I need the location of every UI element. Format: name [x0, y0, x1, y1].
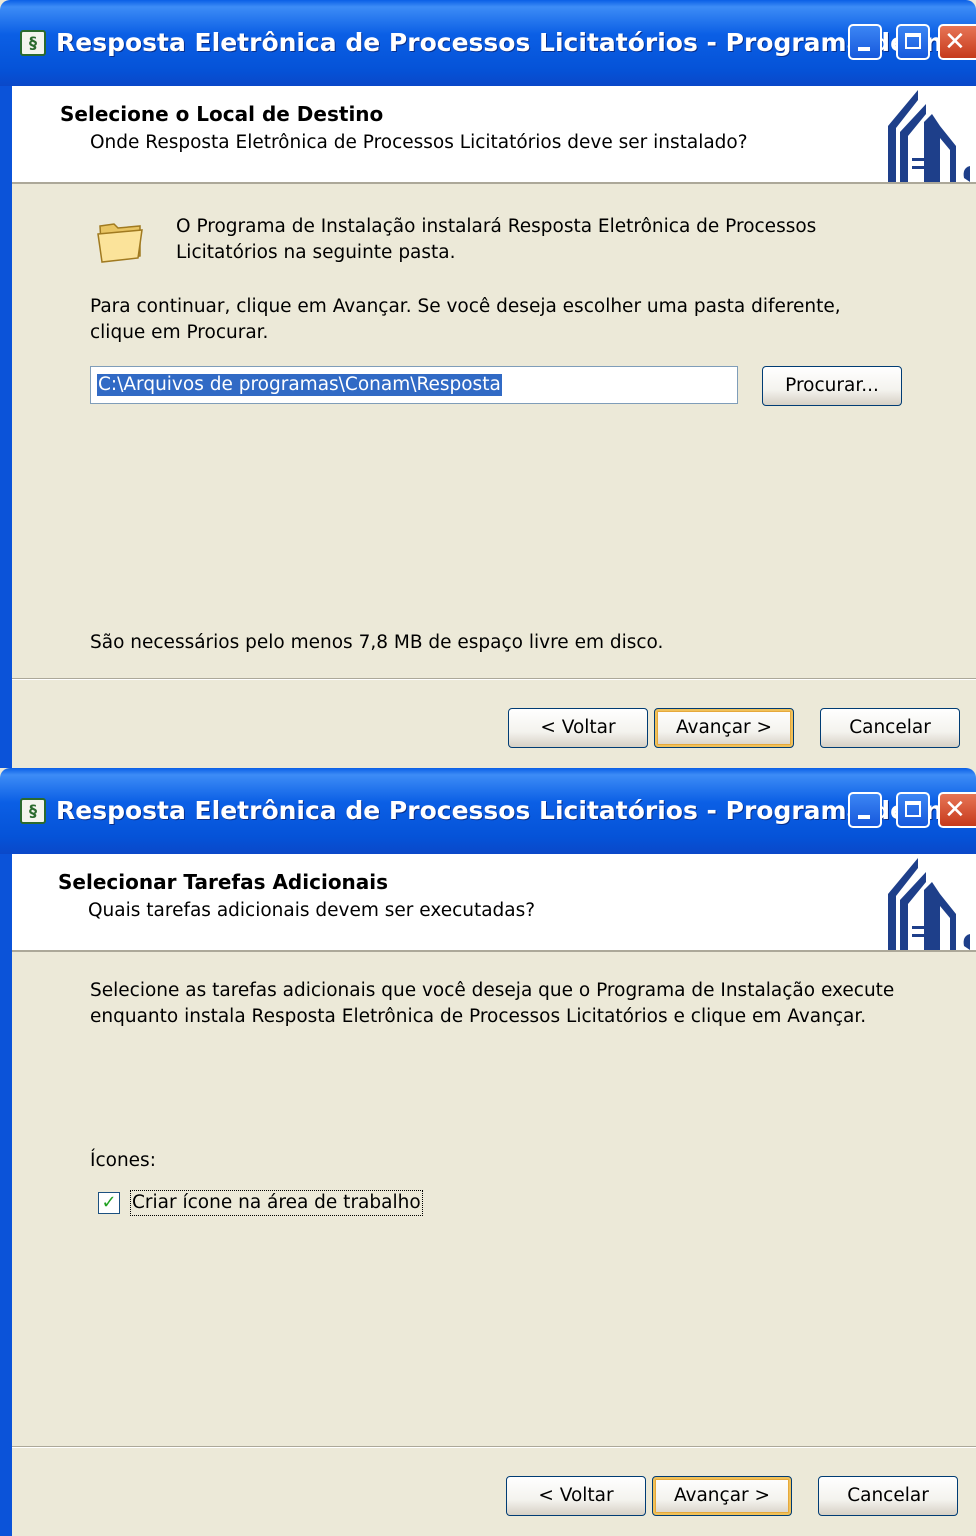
app-icon[interactable]: §: [20, 30, 46, 56]
minimize-button[interactable]: [848, 792, 882, 828]
installer-logo: [888, 858, 970, 950]
info-text-line1: O Programa de Instalação instalará Respo…: [176, 216, 817, 237]
folder-icon: [97, 223, 143, 263]
minimize-icon: [858, 47, 870, 51]
disk-space-text: São necessários pelo menos 7,8 MB de esp…: [90, 632, 664, 653]
footer-separator: [12, 678, 976, 680]
window-body: Selecione o Local de Destino Onde Respos…: [0, 86, 976, 768]
close-icon: ✕: [944, 795, 966, 825]
checkmark-icon: ✓: [101, 1192, 117, 1213]
back-button[interactable]: < Voltar: [508, 708, 648, 748]
instruction-line2: enquanto instala Resposta Eletrônica de …: [90, 1006, 867, 1027]
close-icon: ✕: [944, 27, 966, 57]
app-icon[interactable]: §: [20, 798, 46, 824]
cancel-button[interactable]: Cancelar: [820, 708, 960, 748]
wizard-header: Selecione o Local de Destino Onde Respos…: [12, 86, 976, 184]
maximize-button[interactable]: [896, 24, 930, 60]
window-title: Resposta Eletrônica de Processos Licitat…: [56, 28, 972, 57]
minimize-icon: [858, 815, 870, 819]
maximize-button[interactable]: [896, 792, 930, 828]
desktop-icon-checkbox[interactable]: ✓: [98, 1192, 120, 1214]
destination-path-input[interactable]: C:\Arquivos de programas\Conam\Resposta: [90, 366, 738, 404]
window-border: [0, 854, 12, 1536]
destination-path-value: C:\Arquivos de programas\Conam\Resposta: [97, 374, 502, 396]
page-subtitle: Onde Resposta Eletrônica de Processos Li…: [90, 132, 748, 153]
installer-window-tasks: § Resposta Eletrônica de Processos Licit…: [0, 768, 976, 1536]
maximize-icon: [905, 33, 921, 49]
instruction-line1: Para continuar, clique em Avançar. Se vo…: [90, 296, 841, 317]
window-body: Selecionar Tarefas Adicionais Quais tare…: [0, 854, 976, 1536]
title-bar[interactable]: § Resposta Eletrônica de Processos Licit…: [0, 0, 976, 86]
icons-group-label: Ícones:: [90, 1150, 156, 1171]
next-button[interactable]: Avançar >: [652, 1476, 792, 1516]
close-button[interactable]: ✕: [938, 24, 976, 60]
page-title: Selecione o Local de Destino: [60, 102, 384, 126]
close-button[interactable]: ✕: [938, 792, 976, 828]
maximize-icon: [905, 801, 921, 817]
back-button[interactable]: < Voltar: [506, 1476, 646, 1516]
wizard-header: Selecionar Tarefas Adicionais Quais tare…: [12, 854, 976, 952]
next-button[interactable]: Avançar >: [654, 708, 794, 748]
installer-window-destination: § Resposta Eletrônica de Processos Licit…: [0, 0, 976, 768]
window-border: [0, 86, 12, 768]
footer-separator: [12, 1446, 976, 1448]
window-title: Resposta Eletrônica de Processos Licitat…: [56, 796, 972, 825]
instruction-line1: Selecione as tarefas adicionais que você…: [90, 980, 895, 1001]
title-bar[interactable]: § Resposta Eletrônica de Processos Licit…: [0, 768, 976, 854]
page-subtitle: Quais tarefas adicionais devem ser execu…: [88, 900, 536, 921]
instruction-line2: clique em Procurar.: [90, 322, 269, 343]
installer-logo: [888, 90, 970, 182]
minimize-button[interactable]: [848, 24, 882, 60]
cancel-button[interactable]: Cancelar: [818, 1476, 958, 1516]
desktop-icon-label[interactable]: Criar ícone na área de trabalho: [130, 1190, 423, 1216]
page-title: Selecionar Tarefas Adicionais: [58, 870, 389, 894]
browse-button[interactable]: Procurar...: [762, 366, 902, 406]
info-text-line2: Licitatórios na seguinte pasta.: [176, 242, 456, 263]
